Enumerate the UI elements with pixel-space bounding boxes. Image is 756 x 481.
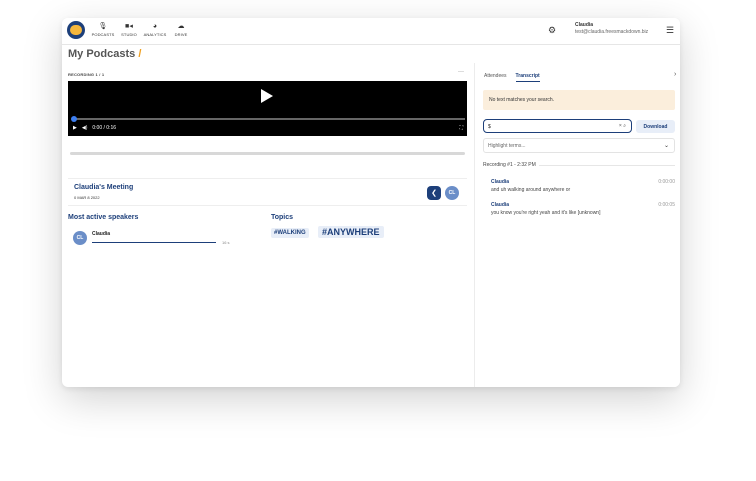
speaker-share-bar (92, 242, 216, 243)
topic-tag[interactable]: #ANYWHERE (318, 226, 384, 238)
analytics-icon: ◕ (152, 23, 158, 30)
topics-heading: Topics (271, 214, 294, 221)
calendar-icon: 0 (74, 195, 77, 200)
entry-time: 0:00:00 (658, 179, 675, 185)
volume-icon[interactable]: ◀) (82, 125, 88, 131)
video-controls: ▶ ◀) 0:00 / 0:16 (73, 125, 116, 131)
speaker-avatar: CL (73, 231, 87, 245)
speaker-duration: 16 s (222, 240, 230, 245)
user-name: Claudia (575, 22, 594, 28)
panel-tabs: Attendees Transcript (484, 73, 540, 82)
tab-transcript[interactable]: Transcript (515, 73, 540, 82)
highlight-terms-select[interactable]: Highlight terms... ⌄ (483, 138, 675, 153)
app-window: 🎙 PODCASTS ■◂ STUDIO ◕ ANALYTICS ☁ DRIVE… (62, 18, 680, 387)
more-options-icon[interactable]: ··· (458, 69, 464, 75)
clear-search-icon[interactable]: × ⌕ (619, 123, 626, 129)
transcript-panel: Attendees Transcript › No text matches y… (474, 63, 680, 387)
transcript-entry[interactable]: Claudia 0:00:05 you know you're right ye… (491, 202, 675, 216)
entry-text: and uh walking around anywhere or (491, 187, 571, 193)
search-value: $ (488, 124, 491, 130)
progress-handle[interactable] (71, 116, 77, 122)
entry-time: 0:00:05 (658, 202, 675, 208)
share-icon: ❮ (431, 190, 437, 197)
search-input[interactable]: $ × ⌕ (483, 119, 632, 133)
cloud-icon: ☁ (177, 23, 185, 30)
play-icon[interactable] (261, 89, 273, 103)
nav-item-podcasts[interactable]: 🎙 PODCASTS (90, 22, 116, 37)
nav-item-analytics[interactable]: ◕ ANALYTICS (142, 22, 168, 37)
waveform-bar[interactable] (70, 152, 465, 155)
avatar: CL (445, 186, 459, 200)
recording-section-label: Recording #1 - 2:32 PM (483, 162, 536, 168)
nav-label: ANALYTICS (143, 32, 167, 37)
meeting-title: Claudia's Meeting (74, 184, 134, 191)
video-progress-bar[interactable] (74, 118, 465, 120)
meeting-date-text: MAR 8 2022 (77, 195, 100, 200)
divider (539, 165, 675, 166)
main-nav: 🎙 PODCASTS ■◂ STUDIO ◕ ANALYTICS ☁ DRIVE (90, 22, 194, 37)
video-time: 0:00 / 0:16 (92, 125, 117, 131)
nav-item-studio[interactable]: ■◂ STUDIO (116, 22, 142, 37)
speakers-heading: Most active speakers (68, 214, 139, 221)
meeting-date: 0 MAR 8 2022 (74, 195, 100, 200)
no-match-notice: No text matches your search. (483, 90, 675, 110)
nav-label: STUDIO (121, 32, 137, 37)
highlight-placeholder: Highlight terms... (488, 143, 526, 149)
fullscreen-icon[interactable]: ⛶ (459, 125, 463, 131)
gear-icon[interactable]: ⚙ (548, 25, 556, 36)
user-info[interactable]: Claudia test@claudia.freesmackdown.biz (575, 22, 648, 36)
tab-attendees[interactable]: Attendees (484, 73, 507, 82)
video-player[interactable]: ▶ ◀) 0:00 / 0:16 ⛶ (68, 81, 467, 136)
speaker-name: Claudia (92, 231, 111, 237)
top-navigation-bar: 🎙 PODCASTS ■◂ STUDIO ◕ ANALYTICS ☁ DRIVE… (62, 18, 680, 45)
entry-speaker: Claudia (491, 202, 510, 208)
meeting-card: Claudia's Meeting 0 MAR 8 2022 ❮ CL (68, 178, 467, 206)
nav-item-drive[interactable]: ☁ DRIVE (168, 22, 194, 37)
podcast-icon: 🎙 (98, 23, 108, 30)
entry-text: you know you're right yeah and it's like… (491, 210, 601, 216)
nav-label: DRIVE (174, 32, 188, 37)
chevron-right-icon[interactable]: › (674, 71, 676, 78)
download-button[interactable]: Download (636, 120, 675, 133)
chevron-down-icon: ⌄ (663, 143, 669, 149)
breadcrumb-separator: / (138, 48, 142, 60)
topic-tag[interactable]: #WALKING (271, 228, 309, 238)
share-button[interactable]: ❮ (427, 186, 441, 200)
play-button-icon[interactable]: ▶ (73, 125, 77, 131)
logo-icon[interactable] (67, 21, 85, 39)
page-title-text: My Podcasts (68, 48, 136, 60)
page-title: My Podcasts / (68, 48, 141, 60)
transcript-entry[interactable]: Claudia 0:00:00 and uh walking around an… (491, 179, 675, 193)
hamburger-menu-icon[interactable]: ☰ (666, 25, 674, 36)
user-email: test@claudia.freesmackdown.biz (575, 29, 649, 35)
video-camera-icon: ■◂ (125, 23, 133, 30)
recording-label: RECORDING 1 / 1 (68, 72, 105, 77)
entry-speaker: Claudia (491, 179, 510, 185)
nav-label: PODCASTS (91, 32, 115, 37)
